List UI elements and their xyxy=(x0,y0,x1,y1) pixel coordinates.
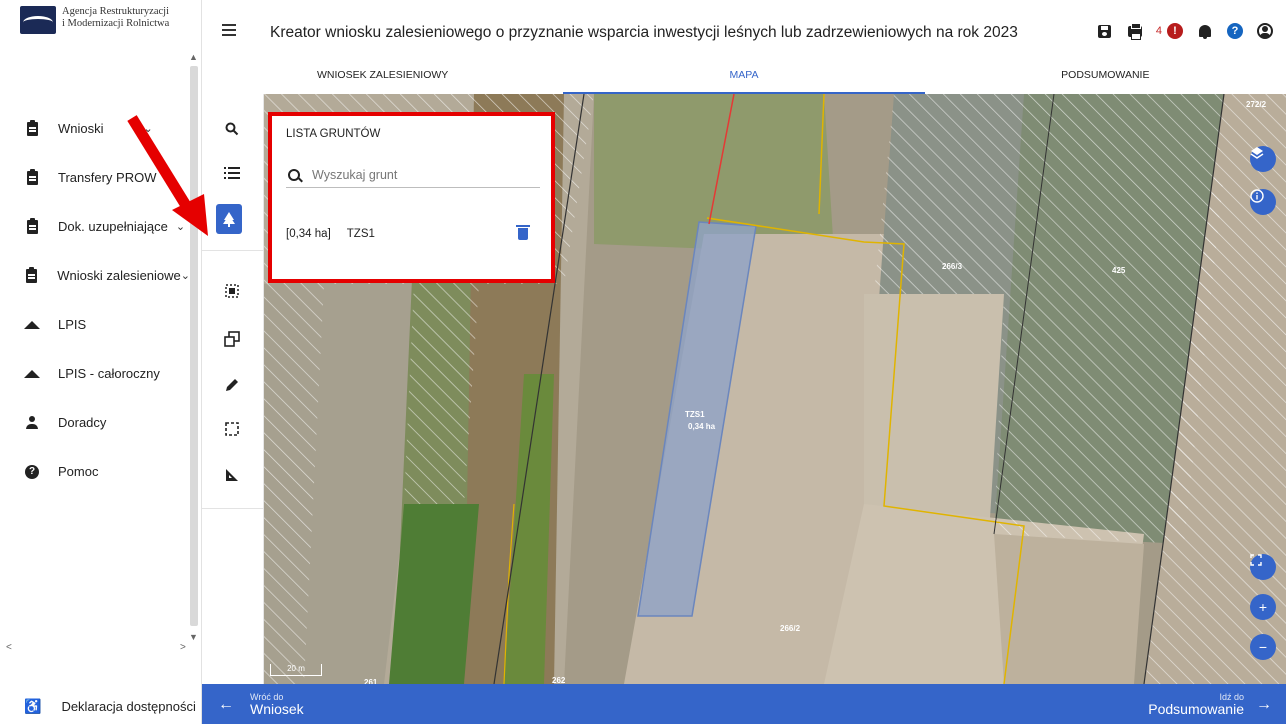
clipboard-icon xyxy=(24,266,39,284)
sidebar-item-label: Doradcy xyxy=(58,415,107,430)
parcel-label-425: 425 xyxy=(1112,266,1126,275)
account-icon[interactable] xyxy=(1256,22,1274,40)
menu-hamburger-icon[interactable] xyxy=(222,24,236,36)
next-caption: Idź do xyxy=(1219,692,1244,702)
bell-icon[interactable] xyxy=(1196,22,1214,40)
scroll-right-icon[interactable]: > xyxy=(180,642,186,653)
top-header: Kreator wniosku zalesieniowego o przyzna… xyxy=(202,0,1286,94)
logo-line-1: Agencja Restrukturyzacji xyxy=(62,6,169,17)
zoom-out-icon[interactable]: − xyxy=(1250,634,1276,660)
clipboard-icon xyxy=(24,119,40,137)
clipboard-icon xyxy=(24,168,40,186)
rectangle-select-icon[interactable] xyxy=(217,414,247,444)
wheelchair-icon: ♿ xyxy=(24,697,42,714)
notification-count: 4 xyxy=(1155,25,1162,37)
parcel-label-266-2: 266/2 xyxy=(780,624,801,633)
arrow-right-icon: → xyxy=(1256,695,1272,713)
sidebar-item-wnioski-zalesieniowe[interactable]: Wnioski zalesieniowe ⌄ xyxy=(0,251,190,300)
arimr-logo[interactable]: Agencja Restrukturyzacji i Modernizacji … xyxy=(20,6,169,34)
page-title: Kreator wniosku zalesieniowego o przyzna… xyxy=(270,24,1018,41)
clipboard-icon xyxy=(24,217,40,235)
next-label: Podsumowanie xyxy=(1148,701,1244,717)
logo-line-2: i Modernizacji Rolnictwa xyxy=(62,18,170,29)
bottom-nav-bar: ← Wróć do Wniosek Idź do Podsumowanie → xyxy=(202,684,1286,724)
help-icon: ? xyxy=(24,464,40,480)
sidebar-item-pomoc[interactable]: ? Pomoc xyxy=(0,447,190,496)
forest-parcels-icon[interactable] xyxy=(216,204,242,234)
parcel-label-266-3: 266/3 xyxy=(942,262,963,271)
zoom-in-icon[interactable]: + xyxy=(1250,594,1276,620)
tab-wniosek-zalesieniowy[interactable]: WNIOSEK ZALESIENIOWY xyxy=(202,62,563,94)
land-area: [0,34 ha] xyxy=(286,228,331,240)
sidebar: Agencja Restrukturyzacji i Modernizacji … xyxy=(0,0,202,724)
panel-title: LISTA GRUNTÓW xyxy=(286,128,381,140)
info-icon[interactable] xyxy=(1250,189,1276,215)
save-icon[interactable] xyxy=(1096,22,1114,40)
parcel-label-tzs1: TZS1 xyxy=(685,410,705,419)
next-button[interactable]: Idź do Podsumowanie → xyxy=(1148,692,1272,717)
fullscreen-icon[interactable] xyxy=(1250,554,1276,580)
tab-bar: WNIOSEK ZALESIENIOWY MAPA PODSUMOWANIE xyxy=(202,62,1286,94)
back-caption: Wróć do xyxy=(250,692,284,702)
pencil-icon[interactable] xyxy=(217,370,247,400)
chevron-down-icon: ⌄ xyxy=(180,270,190,282)
header-toolbar: 4 ! ? xyxy=(1096,22,1274,40)
sidebar-item-label: Wnioski zalesieniowe xyxy=(57,268,181,283)
help-icon[interactable]: ? xyxy=(1226,22,1244,40)
sidebar-item-lpis-caloroczny[interactable]: LPIS - całoroczny xyxy=(0,349,190,398)
sidebar-item-label: LPIS xyxy=(58,317,87,332)
layers-icon[interactable] xyxy=(1250,146,1276,172)
land-name: TZS1 xyxy=(346,228,375,240)
accessibility-label: Deklaracja dostępności xyxy=(61,698,196,714)
layer-list-icon[interactable] xyxy=(217,158,247,188)
map-scale-bar: 20 m xyxy=(270,664,322,676)
app-window: Agencja Restrukturyzacji i Modernizacji … xyxy=(0,0,1286,724)
arimr-logo-mark xyxy=(20,6,56,34)
mountain-icon xyxy=(24,366,40,382)
copy-shape-icon[interactable] xyxy=(217,324,247,354)
sidebar-item-label: Wnioski xyxy=(58,121,104,136)
tab-mapa[interactable]: MAPA xyxy=(563,62,925,94)
annotation-arrow xyxy=(127,115,208,236)
arrow-left-icon: ← xyxy=(218,695,234,713)
land-list-panel: LISTA GRUNTÓW [0,34 ha] TZS1 xyxy=(268,112,555,283)
sidebar-item-label: LPIS - całoroczny xyxy=(58,366,160,381)
person-icon xyxy=(24,415,40,431)
sidebar-horizontal-scrollbar[interactable]: < > xyxy=(4,642,190,656)
scroll-down-icon[interactable]: ▼ xyxy=(189,632,198,642)
alert-icon[interactable]: ! xyxy=(1166,22,1184,40)
accessibility-declaration-link[interactable]: ♿ Deklaracja dostępności xyxy=(24,694,196,718)
list-item[interactable]: [0,34 ha] TZS1 xyxy=(286,228,526,240)
mountain-icon xyxy=(24,317,40,333)
scroll-up-icon[interactable]: ▲ xyxy=(189,52,198,62)
search-icon xyxy=(288,168,300,181)
sidebar-item-doradcy[interactable]: Doradcy xyxy=(0,398,190,447)
delete-icon[interactable] xyxy=(516,225,530,240)
land-search-input[interactable] xyxy=(312,167,522,182)
select-parcel-icon[interactable] xyxy=(217,276,247,306)
tab-podsumowanie[interactable]: PODSUMOWANIE xyxy=(925,62,1286,94)
land-search-box xyxy=(286,162,540,188)
sidebar-item-label: Pomoc xyxy=(58,464,99,479)
search-icon[interactable] xyxy=(217,114,247,144)
scroll-left-icon[interactable]: < xyxy=(6,642,12,653)
back-label: Wniosek xyxy=(250,701,304,717)
parcel-area-label: 0,34 ha xyxy=(688,422,716,431)
print-icon[interactable] xyxy=(1126,22,1144,40)
parcel-label-272-2: 272/2 xyxy=(1246,100,1267,109)
sidebar-item-lpis[interactable]: LPIS xyxy=(0,300,190,349)
back-button[interactable]: ← Wróć do Wniosek xyxy=(218,692,304,717)
measure-icon[interactable] xyxy=(217,460,247,490)
parcel-label-262: 262 xyxy=(552,676,566,684)
